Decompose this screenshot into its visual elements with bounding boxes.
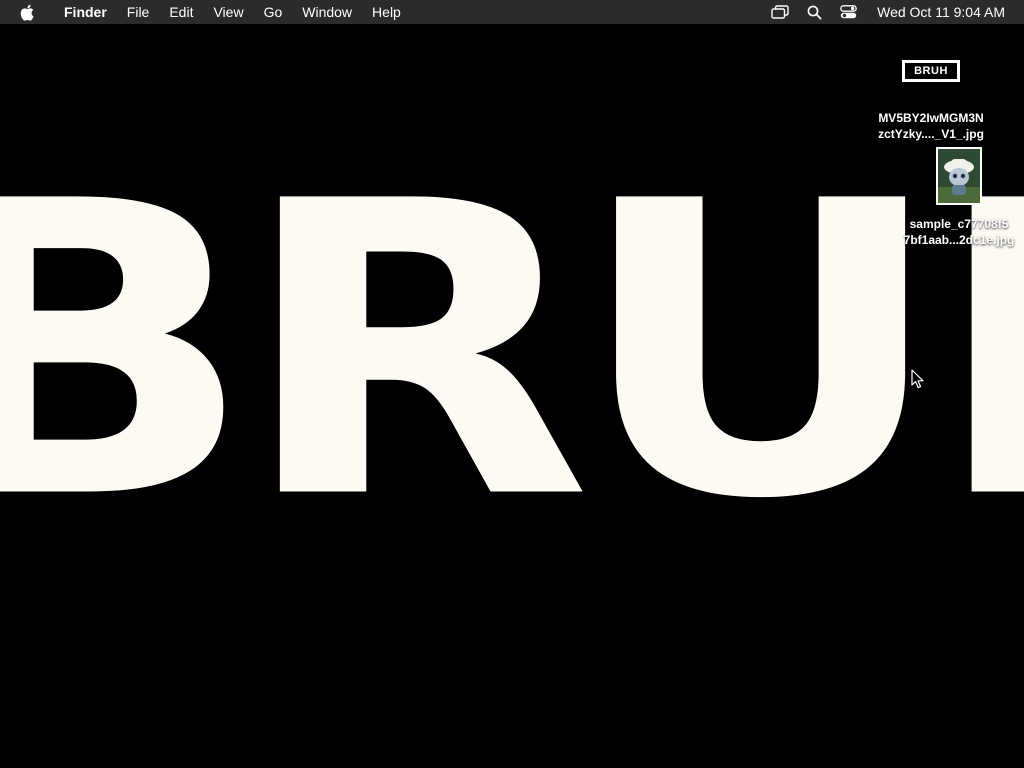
menu-window[interactable]: Window	[292, 0, 362, 24]
file-name-line-2: zctYzky...._V1_.jpg	[878, 127, 984, 141]
control-center-icon[interactable]	[837, 0, 859, 24]
menu-go[interactable]: Go	[254, 0, 293, 24]
status-area: Wed Oct 11 9:04 AM	[763, 0, 1024, 24]
menu-file[interactable]: File	[117, 0, 160, 24]
file-thumbnail: BRUH	[902, 60, 960, 82]
apple-logo-icon[interactable]	[17, 0, 37, 24]
menu-edit[interactable]: Edit	[159, 0, 203, 24]
desktop[interactable]: BRUH Finder File Edit View Go Window Hel…	[0, 0, 1024, 768]
menu-view[interactable]: View	[203, 0, 253, 24]
file-name-line-1: MV5BY2IwMGM3N	[878, 111, 984, 125]
file-thumbnail	[936, 147, 982, 205]
menu-bar-clock[interactable]: Wed Oct 11 9:04 AM	[877, 4, 1005, 20]
file-name-line-1: sample_c77708f5	[909, 217, 1009, 231]
desktop-file-mv5b-jpg[interactable]: BRUH MV5BY2IwMGM3N zctYzky...._V1_.jpg	[870, 60, 992, 142]
desktop-file-sample-jpg[interactable]: sample_c77708f5 7bf1aab...2dc1e.jpg	[896, 147, 1022, 248]
screen-mirroring-icon[interactable]	[769, 0, 791, 24]
spotlight-search-icon[interactable]	[803, 0, 825, 24]
menu-finder[interactable]: Finder	[54, 0, 117, 24]
mouse-pointer-icon	[911, 369, 925, 389]
menu-help[interactable]: Help	[362, 0, 411, 24]
file-name-line-2: 7bf1aab...2dc1e.jpg	[903, 233, 1015, 247]
menu-bar: Finder File Edit View Go Window Help Wed…	[0, 0, 1024, 24]
wallpaper-bruh-text: BRUH	[0, 116, 1024, 588]
